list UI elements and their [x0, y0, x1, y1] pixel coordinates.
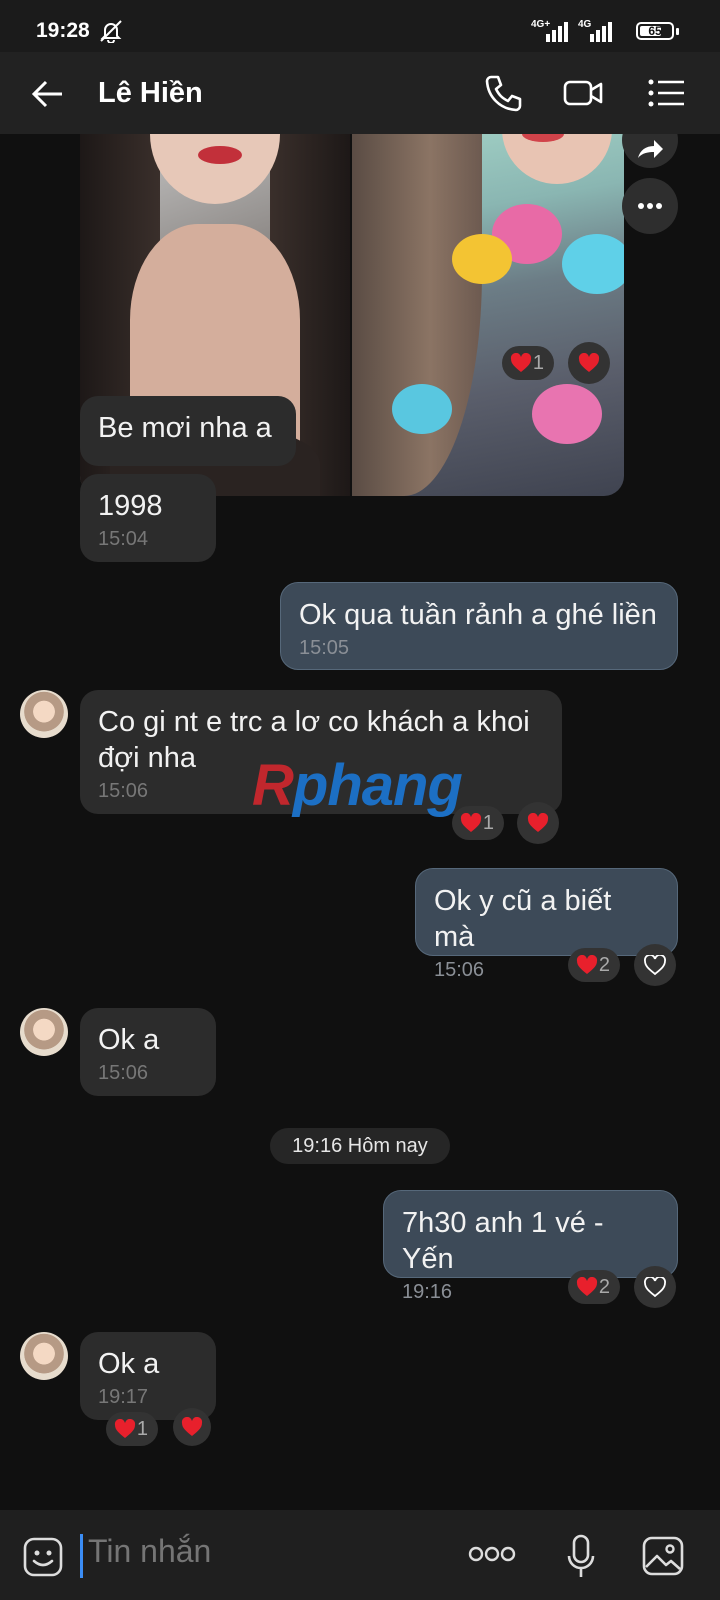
menu-list-icon[interactable]	[646, 72, 688, 114]
phone-call-icon[interactable]	[482, 72, 524, 114]
more-dots-icon	[638, 203, 662, 209]
incoming-message[interactable]: 1998 15:04	[80, 474, 216, 562]
reaction-summary[interactable]: 2	[568, 948, 620, 982]
heart-reaction-icon	[576, 955, 598, 974]
incoming-message[interactable]: Ok a 19:17	[80, 1332, 216, 1420]
heart-reaction-icon	[578, 353, 600, 372]
signal-strength-icon	[546, 22, 568, 42]
message-text: Be mơi nha a	[98, 412, 272, 444]
heart-reaction-icon	[460, 813, 482, 832]
battery-icon: 65	[636, 22, 674, 40]
react-button[interactable]	[517, 802, 559, 844]
message-time: 19:16	[402, 1281, 453, 1303]
video-call-icon[interactable]	[562, 72, 604, 114]
reaction-count: 1	[136, 1418, 148, 1440]
heart-reaction-icon	[510, 353, 532, 372]
outgoing-message[interactable]: 7h30 anh 1 vé - Yến 19:16	[383, 1190, 678, 1303]
battery-level: 65	[648, 24, 662, 38]
contact-avatar[interactable]	[20, 690, 68, 738]
heart-reaction-icon	[576, 1277, 598, 1296]
message-time: 15:04	[98, 528, 149, 550]
outgoing-message[interactable]: Ok qua tuần rảnh a ghé liền 15:05	[280, 582, 678, 670]
outgoing-message[interactable]: Ok y cũ a biết mà 15:06	[415, 868, 678, 981]
reaction-summary[interactable]: 1	[106, 1412, 158, 1446]
share-arrow-icon	[638, 140, 663, 158]
heart-reaction-icon	[114, 1419, 136, 1438]
message-text: Ok qua tuần rảnh a ghé liền	[299, 599, 657, 631]
message-input[interactable]	[86, 1532, 450, 1571]
notifications-muted-icon	[100, 20, 122, 43]
contact-avatar[interactable]	[20, 1008, 68, 1056]
reaction-summary[interactable]: 1	[452, 806, 504, 840]
message-text: 7h30 anh 1 vé - Yến	[402, 1207, 604, 1275]
heart-reaction-icon	[181, 1417, 203, 1436]
message-text: Ok a	[98, 1348, 160, 1380]
heart-reaction-icon	[527, 813, 549, 832]
contact-avatar[interactable]	[20, 1332, 68, 1380]
message-time: 19:17	[98, 1386, 149, 1408]
message-text: Ok y cũ a biết mà	[434, 885, 612, 953]
sticker-emoji-icon[interactable]	[22, 1536, 64, 1578]
reaction-count: 1	[482, 812, 494, 834]
more-options-dots-icon[interactable]	[468, 1546, 516, 1562]
gallery-image-icon[interactable]	[642, 1536, 684, 1576]
battery-tip	[676, 28, 679, 35]
heart-outline-icon	[644, 1277, 666, 1297]
react-button[interactable]	[634, 1266, 676, 1308]
message-input-bar	[0, 1510, 720, 1600]
reaction-count: 2	[598, 954, 610, 976]
react-button[interactable]	[173, 1408, 211, 1446]
heart-outline-icon	[644, 955, 666, 975]
more-options-button[interactable]	[622, 178, 678, 234]
message-list[interactable]: 1 Be mơi nha a 1998 15:04 Ok qua tuần rả…	[0, 134, 720, 1510]
signal-strength-icon-2	[590, 22, 612, 42]
incoming-message[interactable]: Ok a 15:06	[80, 1008, 216, 1096]
date-divider: 19:16 Hôm nay	[270, 1128, 450, 1164]
message-time: 15:06	[98, 1062, 149, 1084]
back-arrow-icon[interactable]	[30, 76, 66, 112]
chat-header: Lê Hiền	[0, 52, 720, 134]
message-text: 1998	[98, 490, 163, 522]
reaction-count: 1	[532, 352, 544, 374]
watermark-logo: Rphang	[252, 753, 463, 818]
shared-photo-2[interactable]	[352, 134, 624, 496]
react-button[interactable]	[634, 944, 676, 986]
contact-name[interactable]: Lê Hiền	[98, 77, 203, 110]
react-button[interactable]	[568, 342, 610, 384]
incoming-message[interactable]: Be mơi nha a	[80, 396, 296, 466]
share-button[interactable]	[622, 134, 678, 168]
message-time: 15:06	[434, 959, 485, 981]
reaction-summary-photo[interactable]: 1	[502, 346, 554, 380]
text-caret	[80, 1534, 83, 1578]
status-bar: 19:28 4G+ 4G 65	[0, 0, 720, 52]
message-time: 15:05	[299, 637, 350, 659]
microphone-icon[interactable]	[566, 1534, 596, 1580]
reaction-count: 2	[598, 1276, 610, 1298]
message-text: Ok a	[98, 1024, 160, 1056]
status-time: 19:28	[36, 19, 90, 42]
reaction-summary[interactable]: 2	[568, 1270, 620, 1304]
